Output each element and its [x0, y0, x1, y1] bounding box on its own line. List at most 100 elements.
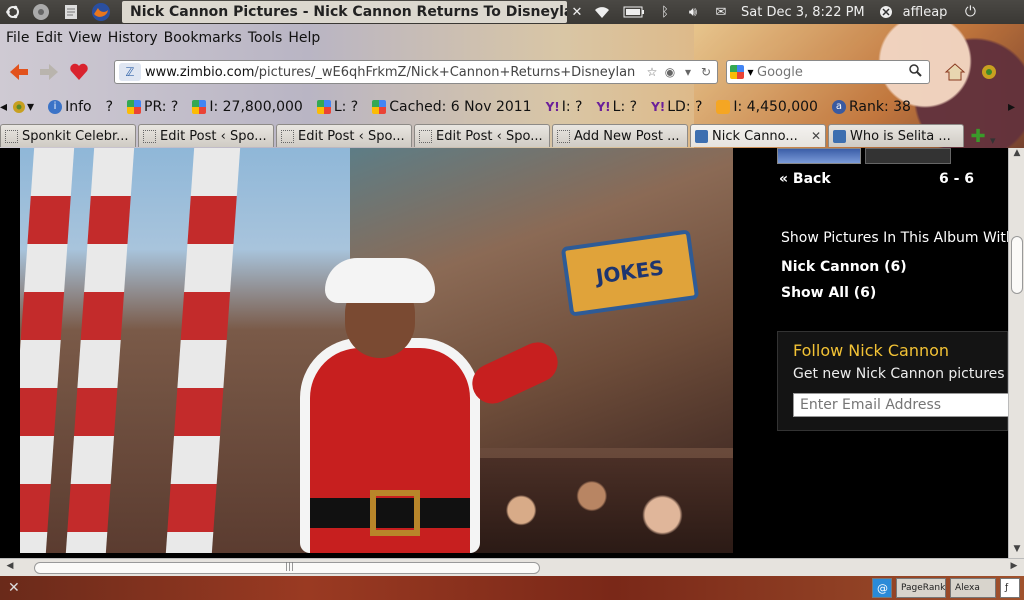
alexa-icon: a	[831, 100, 846, 114]
main-photo[interactable]: JOKES	[20, 148, 733, 553]
search-bar[interactable]: ▾	[726, 60, 930, 84]
search-input[interactable]	[757, 64, 905, 80]
reload-icon[interactable]: ↻	[697, 65, 715, 79]
system-panel: Nick Cannon Pictures - Nick Cannon Retur…	[0, 0, 1024, 24]
menu-edit[interactable]: Edit	[33, 27, 66, 49]
heart-bookmark-icon[interactable]	[64, 58, 94, 86]
pagerank-status[interactable]: PageRank	[896, 578, 946, 598]
google-icon	[127, 100, 141, 114]
mail-icon[interactable]: ✉	[707, 0, 735, 24]
tab-add-new-post[interactable]: Add New Post ...	[552, 124, 688, 147]
tab-edit-post-3[interactable]: Edit Post ‹ Spo...	[414, 124, 550, 147]
horizontal-scroll-thumb[interactable]: |||	[34, 562, 540, 574]
list-all-tabs-icon[interactable]: ▾	[990, 134, 1006, 147]
tab-sponkit[interactable]: Sponkit Celebr...	[0, 124, 136, 147]
scroll-right-icon[interactable]: ▶	[1006, 561, 1022, 571]
status-bar: ✕ @ PageRank Alexa ƒ	[0, 576, 1024, 600]
tab-edit-post-2[interactable]: Edit Post ‹ Spo...	[276, 124, 412, 147]
url-text[interactable]: www.zimbio.com/pictures/_wE6qhFrkmZ/Nick…	[145, 65, 643, 80]
window-close-icon[interactable]: ✕	[567, 0, 587, 24]
seo-yahoo-links-item[interactable]: Y! L: ?	[596, 99, 637, 115]
seo-settings-icon[interactable]: ▾	[11, 99, 34, 115]
tab-nick-cannon[interactable]: Nick Canno... ✕	[690, 124, 826, 147]
photo-flag	[20, 148, 75, 553]
blank-favicon-icon	[5, 129, 18, 143]
menu-bookmarks[interactable]: Bookmarks	[162, 27, 246, 49]
seo-unknown-item[interactable]: ?	[106, 99, 113, 115]
scroll-left-icon[interactable]: ◀	[2, 561, 18, 571]
seo-google-pr-item[interactable]: PR: ?	[127, 99, 178, 115]
info-icon: i	[48, 100, 63, 114]
home-icon[interactable]	[940, 58, 970, 86]
toolbar-scroll-right-icon[interactable]: ▸	[1008, 99, 1015, 115]
email-field[interactable]	[793, 393, 1008, 417]
text-editor-icon[interactable]	[56, 0, 86, 24]
seo-alexa-rank-item[interactable]: a Rank: 38	[831, 99, 911, 115]
power-icon[interactable]: ⏻	[955, 0, 985, 24]
blank-favicon-icon	[419, 129, 432, 143]
show-pictures-heading: Show Pictures In This Album With:	[781, 230, 1008, 246]
follow-box: Follow Nick Cannon Get new Nick Cannon p…	[777, 331, 1008, 431]
scroll-up-icon[interactable]: ▲	[1009, 148, 1024, 162]
horizontal-scrollbar[interactable]: ◀ ||| ▶	[0, 558, 1024, 576]
album-thumbnail[interactable]	[865, 148, 951, 164]
page-action-icon[interactable]: ◉	[661, 65, 679, 79]
seo-google-links-item[interactable]: L: ?	[316, 99, 358, 115]
show-all-link[interactable]: Show All (6)	[781, 285, 876, 301]
seo-yahoo-ld-item[interactable]: Y! LD: ?	[651, 99, 702, 115]
menu-help[interactable]: Help	[286, 27, 324, 49]
blank-favicon-icon	[143, 129, 156, 143]
back-arrow-icon[interactable]	[4, 58, 34, 86]
user-icon[interactable]	[875, 0, 897, 24]
vertical-scroll-thumb[interactable]	[1011, 236, 1023, 294]
seo-info-item[interactable]: i Info	[48, 99, 92, 115]
bookmark-star-icon[interactable]: ☆	[643, 65, 661, 79]
toolbar-scroll-left-icon[interactable]: ◂	[0, 99, 7, 115]
forward-arrow-icon[interactable]	[34, 58, 64, 86]
tab-close-icon[interactable]: ✕	[811, 129, 821, 143]
tab-who-is-selita[interactable]: Who is Selita ...	[828, 124, 964, 147]
seo-google-index-item[interactable]: I: 27,800,000	[192, 99, 303, 115]
wifi-icon[interactable]	[587, 0, 617, 24]
scroll-down-icon[interactable]: ▼	[1009, 544, 1024, 558]
clock[interactable]: Sat Dec 3, 8:22 PM	[741, 5, 865, 20]
site-identity-icon[interactable]: ℤ	[119, 63, 141, 81]
addon-status-icon[interactable]: @	[872, 578, 892, 598]
tab-edit-post-1[interactable]: Edit Post ‹ Spo...	[138, 124, 274, 147]
album-filter-link[interactable]: Nick Cannon (6)	[781, 259, 907, 275]
seo-bing-index-item[interactable]: I: 4,450,000	[716, 99, 818, 115]
seo-google-cache-item[interactable]: Cached: 6 Nov 2011	[372, 99, 532, 115]
menu-view[interactable]: View	[67, 27, 106, 49]
google-icon	[372, 100, 387, 114]
url-dropdown-icon[interactable]: ▾	[679, 65, 697, 79]
menu-history[interactable]: History	[106, 27, 162, 49]
bluetooth-icon[interactable]: ᛒ	[651, 0, 679, 24]
blank-favicon-icon	[557, 129, 570, 143]
new-tab-plus-icon[interactable]: ✚	[966, 125, 990, 147]
ubuntu-logo-icon[interactable]	[0, 0, 26, 24]
status-logo-icon[interactable]: ƒ	[1000, 578, 1020, 598]
battery-icon[interactable]	[617, 0, 651, 24]
menu-tools[interactable]: Tools	[246, 27, 287, 49]
username[interactable]: affleap	[903, 5, 948, 20]
alexa-status[interactable]: Alexa	[950, 578, 996, 598]
url-domain: www.zimbio.com	[145, 64, 255, 80]
url-bar[interactable]: ℤ www.zimbio.com/pictures/_wE6qhFrkmZ/Ni…	[114, 60, 718, 84]
bing-icon	[716, 100, 731, 114]
search-magnifier-icon[interactable]	[905, 63, 925, 81]
addon-gear-icon[interactable]	[974, 58, 1004, 86]
back-link[interactable]: « Back	[779, 171, 831, 187]
firefox-icon[interactable]	[86, 0, 116, 24]
yahoo-icon: Y!	[596, 100, 611, 114]
menu-file[interactable]: File	[4, 27, 33, 49]
google-icon	[192, 100, 207, 114]
double-chevron-left-icon: «	[779, 171, 789, 187]
search-engine-icon[interactable]: ▾	[727, 65, 757, 79]
volume-icon[interactable]: 🔊︎	[679, 0, 707, 24]
seo-yahoo-index-item[interactable]: Y! I: ?	[546, 99, 583, 115]
chrome-app-icon[interactable]	[26, 0, 56, 24]
album-thumbnail[interactable]	[777, 148, 861, 164]
yahoo-icon: Y!	[651, 100, 666, 114]
blank-favicon-icon	[281, 129, 294, 143]
vertical-scrollbar[interactable]: ▲ ▼	[1008, 148, 1024, 558]
